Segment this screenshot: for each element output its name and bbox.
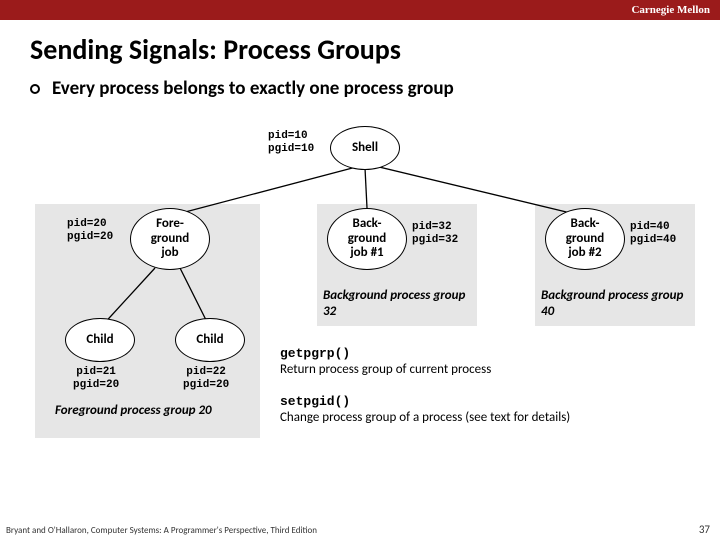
label-bg2-pids: pid=40 pgid=40 xyxy=(630,221,676,246)
node-shell-label: Shell xyxy=(352,141,378,156)
func-setpgid-name: setpgid() xyxy=(280,394,680,410)
bullet-row: Every process belongs to exactly one pro… xyxy=(30,77,720,100)
node-fg: Fore- ground job xyxy=(130,208,210,270)
node-bg1: Back- ground job #1 xyxy=(327,208,407,270)
node-bg2: Back- ground job #2 xyxy=(545,208,625,270)
func-setpgid: setpgid() Change process group of a proc… xyxy=(280,394,680,427)
func-getpgrp-desc: Return process group of current process xyxy=(280,362,680,378)
label-shell-pids: pid=10 pgid=10 xyxy=(268,130,314,155)
node-child2: Child xyxy=(175,318,245,362)
caption-fg: Foreground process group 20 xyxy=(55,403,235,419)
label-fg-pids: pid=20 pgid=20 xyxy=(67,218,113,243)
brand-text: Carnegie Mellon xyxy=(631,4,710,16)
slide-title: Sending Signals: Process Groups xyxy=(30,32,720,67)
bullet-icon xyxy=(30,84,40,94)
caption-bg1: Background process group 32 xyxy=(323,288,473,319)
node-shell: Shell xyxy=(330,126,400,170)
node-child1: Child xyxy=(65,318,135,362)
func-setpgid-desc: Change process group of a process (see t… xyxy=(280,410,680,426)
label-child1-pids: pid=21 pgid=20 xyxy=(73,366,119,391)
func-getpgrp-name: getpgrp() xyxy=(280,346,680,362)
func-getpgrp: getpgrp() Return process group of curren… xyxy=(280,346,680,379)
bullet-text: Every process belongs to exactly one pro… xyxy=(52,77,454,100)
caption-bg2: Background process group 40 xyxy=(541,288,691,319)
diagram: Shell pid=10 pgid=10 Fore- ground job pi… xyxy=(15,108,695,448)
top-bar: Carnegie Mellon xyxy=(0,0,720,20)
label-bg1-pids: pid=32 pgid=32 xyxy=(412,221,458,246)
node-child1-label: Child xyxy=(86,333,113,348)
footer-text: Bryant and O'Hallaron, Computer Systems:… xyxy=(6,525,317,536)
page-number: 37 xyxy=(699,523,710,536)
label-child2-pids: pid=22 pgid=20 xyxy=(183,366,229,391)
node-child2-label: Child xyxy=(196,333,223,348)
